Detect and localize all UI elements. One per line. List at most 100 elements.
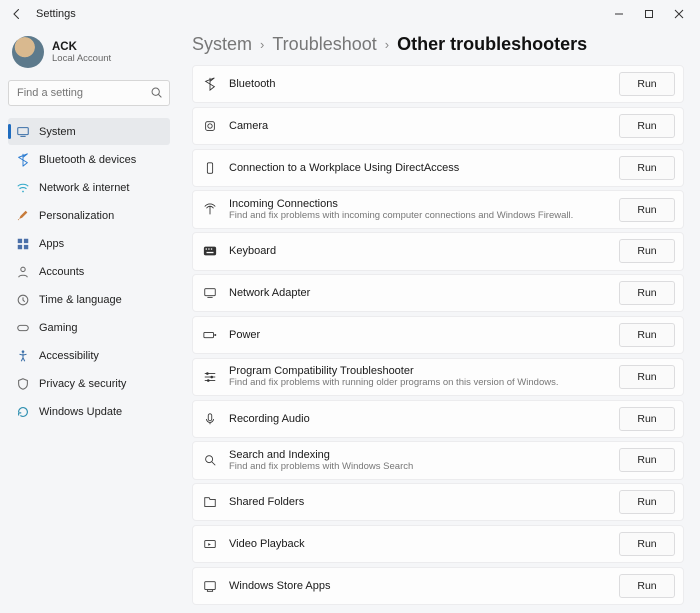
nav: System Bluetooth & devices Network & int… (8, 118, 170, 425)
troubleshooter-list[interactable]: Bluetooth Run Camera Run Connection to a… (192, 65, 690, 605)
sidebar-item-accessibility[interactable]: Accessibility (8, 342, 170, 369)
sidebar-item-network[interactable]: Network & internet (8, 174, 170, 201)
keyboard-icon (201, 245, 219, 257)
sidebar-item-label: Windows Update (39, 406, 122, 418)
search-input[interactable] (8, 80, 170, 106)
accessibility-icon (16, 349, 30, 363)
clock-icon (16, 293, 30, 307)
breadcrumb: System › Troubleshoot › Other troublesho… (192, 32, 690, 65)
sidebar-item-label: Time & language (39, 294, 122, 306)
shield-icon (16, 377, 30, 391)
phone-icon (201, 161, 219, 175)
sidebar-item-update[interactable]: Windows Update (8, 398, 170, 425)
troubleshooter-card: Windows Store Apps Run (192, 567, 684, 605)
card-title: Search and Indexing (229, 449, 609, 461)
bluetooth-icon (16, 153, 30, 167)
folder-icon (201, 495, 219, 509)
troubleshooter-card: Connection to a Workplace Using DirectAc… (192, 149, 684, 187)
run-button[interactable]: Run (619, 448, 675, 472)
mic-icon (201, 412, 219, 426)
sidebar-item-label: System (39, 126, 76, 138)
card-title: Recording Audio (229, 413, 609, 425)
card-title: Network Adapter (229, 287, 609, 299)
troubleshooter-card: Incoming Connections Find and fix proble… (192, 190, 684, 228)
person-icon (16, 265, 30, 279)
card-title: Camera (229, 120, 609, 132)
run-button[interactable]: Run (619, 114, 675, 138)
window-title: Settings (36, 8, 76, 20)
avatar (12, 36, 44, 68)
sidebar-item-apps[interactable]: Apps (8, 230, 170, 257)
card-title: Connection to a Workplace Using DirectAc… (229, 162, 609, 174)
update-icon (16, 405, 30, 419)
sidebar-item-accounts[interactable]: Accounts (8, 258, 170, 285)
sidebar-item-system[interactable]: System (8, 118, 170, 145)
sidebar-item-label: Gaming (39, 322, 78, 334)
troubleshooter-card: Network Adapter Run (192, 274, 684, 312)
breadcrumb-system[interactable]: System (192, 34, 252, 55)
sidebar-item-label: Accounts (39, 266, 84, 278)
bluetooth-icon (201, 77, 219, 91)
run-button[interactable]: Run (619, 198, 675, 222)
card-title: Video Playback (229, 538, 609, 550)
sidebar-item-label: Network & internet (39, 182, 129, 194)
sidebar-item-label: Accessibility (39, 350, 99, 362)
brush-icon (16, 209, 30, 223)
chevron-right-icon: › (260, 37, 264, 52)
user-name: ACK (52, 41, 111, 53)
card-title: Bluetooth (229, 78, 609, 90)
troubleshooter-card: Shared Folders Run (192, 483, 684, 521)
sidebar-item-gaming[interactable]: Gaming (8, 314, 170, 341)
run-button[interactable]: Run (619, 574, 675, 598)
store-icon (201, 579, 219, 593)
card-title: Windows Store Apps (229, 580, 609, 592)
run-button[interactable]: Run (619, 532, 675, 556)
card-title: Shared Folders (229, 496, 609, 508)
troubleshooter-card: Video Playback Run (192, 525, 684, 563)
sidebar-item-personalization[interactable]: Personalization (8, 202, 170, 229)
back-button[interactable] (6, 3, 28, 25)
apps-icon (16, 237, 30, 251)
wifi-icon (16, 181, 30, 195)
gaming-icon (16, 321, 30, 335)
antenna-icon (201, 203, 219, 217)
card-subtitle: Find and fix problems with incoming comp… (229, 210, 609, 221)
system-icon (16, 125, 30, 139)
run-button[interactable]: Run (619, 490, 675, 514)
maximize-button[interactable] (634, 3, 664, 25)
run-button[interactable]: Run (619, 407, 675, 431)
run-button[interactable]: Run (619, 239, 675, 263)
monitor-icon (201, 286, 219, 300)
sidebar-item-bluetooth[interactable]: Bluetooth & devices (8, 146, 170, 173)
card-title: Keyboard (229, 245, 609, 257)
run-button[interactable]: Run (619, 156, 675, 180)
troubleshooter-card: Keyboard Run (192, 232, 684, 270)
run-button[interactable]: Run (619, 72, 675, 96)
sidebar-item-time[interactable]: Time & language (8, 286, 170, 313)
user-account-row[interactable]: ACK Local Account (8, 32, 170, 78)
run-button[interactable]: Run (619, 323, 675, 347)
card-title: Program Compatibility Troubleshooter (229, 365, 609, 377)
sidebar-item-privacy[interactable]: Privacy & security (8, 370, 170, 397)
sliders-icon (201, 370, 219, 384)
troubleshooter-card: Search and Indexing Find and fix problem… (192, 441, 684, 479)
search-icon (150, 86, 163, 99)
run-button[interactable]: Run (619, 365, 675, 389)
run-button[interactable]: Run (619, 281, 675, 305)
troubleshooter-card: Camera Run (192, 107, 684, 145)
battery-icon (201, 330, 219, 340)
troubleshooter-card: Recording Audio Run (192, 400, 684, 438)
titlebar: Settings (0, 0, 700, 28)
close-button[interactable] (664, 3, 694, 25)
troubleshooter-card: Program Compatibility Troubleshooter Fin… (192, 358, 684, 396)
video-icon (201, 537, 219, 551)
card-title: Incoming Connections (229, 198, 609, 210)
breadcrumb-troubleshoot[interactable]: Troubleshoot (272, 34, 376, 55)
card-title: Power (229, 329, 609, 341)
minimize-button[interactable] (604, 3, 634, 25)
main: System › Troubleshoot › Other troublesho… (178, 28, 700, 613)
card-subtitle: Find and fix problems with Windows Searc… (229, 461, 609, 472)
sidebar-item-label: Personalization (39, 210, 114, 222)
sidebar: ACK Local Account System Bluetooth & dev… (0, 28, 178, 613)
troubleshooter-card: Bluetooth Run (192, 65, 684, 103)
